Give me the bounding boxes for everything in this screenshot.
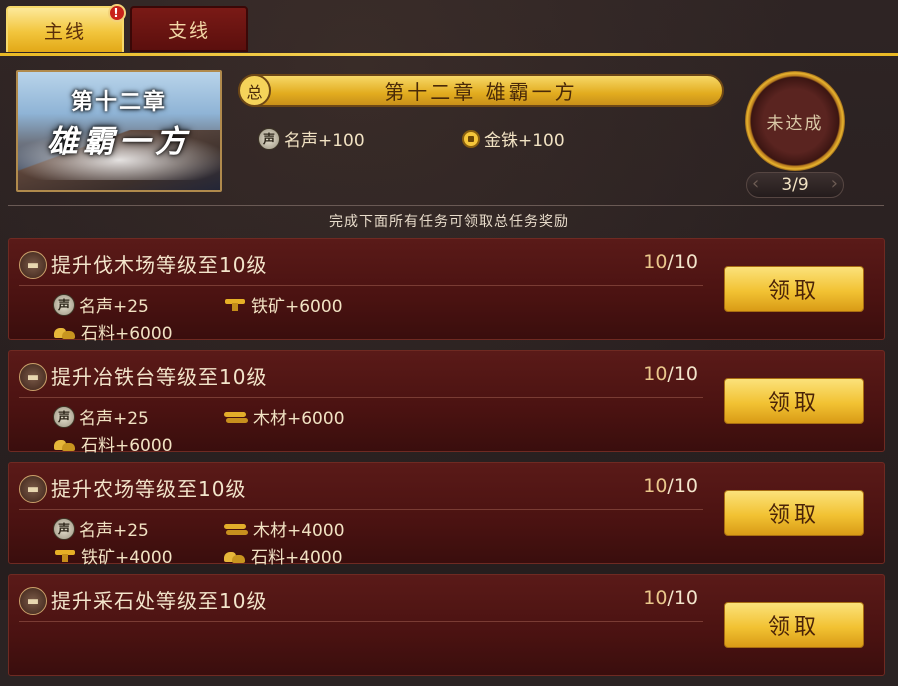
reward-stone: 石料+6000 — [53, 319, 223, 344]
reward-wood: 木材+4000 — [223, 516, 389, 541]
claim-button[interactable]: 领取 — [724, 602, 864, 648]
task-card: ▬ 提升采石处等级至10级 10/10 领取 — [8, 574, 885, 676]
reward-wood: 木材+6000 — [223, 404, 389, 429]
claim-button[interactable]: 领取 — [724, 378, 864, 424]
chapter-reward-gold: 金铢+100 — [462, 126, 666, 151]
tab-bar: 主线 ! 支线 — [6, 4, 248, 54]
total-badge-icon: 总 — [238, 74, 271, 107]
fame-icon: 声 — [258, 127, 280, 150]
claim-button[interactable]: 领取 — [724, 266, 864, 312]
task-building-icon: ▬ — [19, 587, 47, 615]
task-rewards: 声名声+25 木材+6000 石料+6000 — [53, 404, 533, 456]
task-progress: 10/10 — [643, 475, 698, 497]
stone-icon — [53, 324, 77, 340]
reward-text: 金铢+100 — [484, 131, 565, 151]
fame-icon: 声 — [53, 517, 75, 540]
alert-icon: ! — [108, 4, 126, 22]
chapter-image-number: 第十二章 — [70, 89, 167, 115]
task-title: 提升伐木场等级至10级 — [51, 253, 268, 277]
claim-button[interactable]: 领取 — [724, 490, 864, 536]
chapter-status-label: 未达成 — [766, 113, 824, 134]
chapter-title: 第十二章 雄霸一方 — [384, 80, 578, 104]
task-building-icon: ▬ — [19, 475, 47, 503]
fame-icon: 声 — [53, 405, 75, 428]
tab-side-quest[interactable]: 支线 — [130, 6, 248, 52]
reward-fame: 声名声+25 — [53, 404, 223, 429]
chapter-illustration: 第十二章 雄霸一方 — [16, 70, 222, 192]
task-list: ▬ 提升伐木场等级至10级 10/10 声名声+25 铁矿+6000 石料+60… — [8, 238, 885, 686]
divider — [8, 205, 884, 206]
ore-icon — [53, 548, 77, 564]
ore-icon — [223, 297, 247, 313]
chapter-reward-fame: 声 名声+100 — [258, 126, 462, 151]
task-progress: 10/10 — [643, 251, 698, 273]
task-rewards: 声名声+25 木材+4000 铁矿+4000 石料+4000 — [53, 516, 533, 568]
chapter-rewards: 声 名声+100 金铢+100 — [258, 126, 666, 151]
tab-main-quest-label: 主线 — [43, 20, 86, 43]
tab-side-quest-label: 支线 — [167, 19, 210, 42]
completion-hint: 完成下面所有任务可领取总任务奖励 — [329, 214, 569, 230]
chapter-status-button[interactable]: 未达成 — [745, 71, 845, 171]
task-card: ▬ 提升伐木场等级至10级 10/10 声名声+25 铁矿+6000 石料+60… — [8, 238, 885, 344]
tab-underline — [0, 53, 898, 56]
reward-stone: 石料+6000 — [53, 431, 223, 456]
chapter-image-name: 雄霸一方 — [47, 124, 191, 160]
task-progress: 10/10 — [643, 363, 698, 385]
wood-icon — [223, 410, 249, 424]
task-building-icon: ▬ — [19, 251, 47, 279]
fame-icon: 声 — [53, 293, 75, 316]
reward-ore: 铁矿+6000 — [223, 292, 389, 317]
reward-text: 名声+100 — [284, 131, 365, 151]
wood-icon — [223, 522, 249, 536]
stone-icon — [53, 436, 77, 452]
task-card: ▬ 提升农场等级至10级 10/10 声名声+25 木材+4000 铁矿+400… — [8, 462, 885, 568]
reward-fame: 声名声+25 — [53, 516, 223, 541]
task-card: ▬ 提升冶铁台等级至10级 10/10 声名声+25 木材+6000 石料+60… — [8, 350, 885, 456]
tab-main-quest[interactable]: 主线 ! — [6, 4, 126, 52]
coin-icon — [462, 129, 480, 148]
task-title: 提升农场等级至10级 — [51, 477, 247, 501]
stone-icon — [223, 548, 247, 564]
task-title: 提升冶铁台等级至10级 — [51, 365, 268, 389]
chapter-title-bar: 总 第十二章 雄霸一方 — [238, 74, 724, 107]
task-rewards: 声名声+25 铁矿+6000 石料+6000 — [53, 292, 533, 344]
task-building-icon: ▬ — [19, 363, 47, 391]
chapter-progress: 3/9 — [746, 172, 844, 198]
chapter-progress-text: 3/9 — [781, 175, 809, 195]
task-progress: 10/10 — [643, 587, 698, 609]
reward-fame: 声名声+25 — [53, 292, 223, 317]
reward-stone: 石料+4000 — [223, 543, 393, 568]
reward-ore: 铁矿+4000 — [53, 543, 223, 568]
